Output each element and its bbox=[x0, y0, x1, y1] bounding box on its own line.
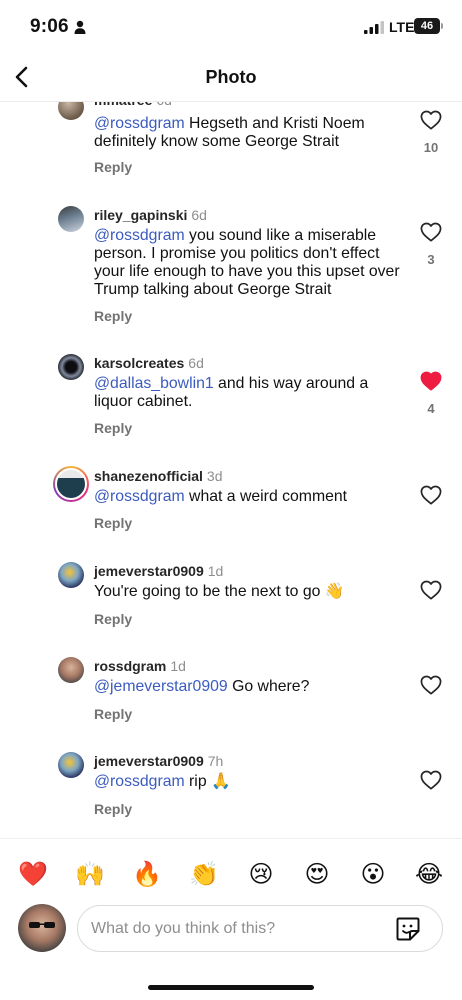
avatar[interactable] bbox=[58, 102, 84, 120]
user-avatar bbox=[18, 904, 66, 952]
comment-item: riley_gapinski 6d @rossdgram you sound li… bbox=[0, 202, 462, 330]
quick-reactions: ❤️ 🙌 🔥 👏 😢 😍 😮 😂 bbox=[0, 838, 462, 906]
battery-tip bbox=[441, 23, 443, 29]
comment-username[interactable]: mmatree bbox=[94, 102, 152, 108]
reaction-fire[interactable]: 🔥 bbox=[132, 859, 162, 889]
comment-age: 6d bbox=[191, 207, 207, 223]
heart-icon[interactable] bbox=[420, 770, 442, 790]
comment-username[interactable]: jemeverstar0909 bbox=[94, 753, 204, 769]
comment-mention[interactable]: @rossdgram bbox=[94, 773, 185, 790]
comment-item: karsolcreates 6d @dallas_bowlin1 and his … bbox=[0, 352, 462, 442]
heart-filled-icon[interactable] bbox=[420, 371, 442, 391]
comment-text: You're going to be the next to go 👋 bbox=[94, 583, 404, 601]
reaction-surprised-face[interactable]: 😮 bbox=[358, 859, 388, 889]
comment-username[interactable]: shanezenofficial bbox=[94, 468, 203, 484]
heart-icon[interactable] bbox=[420, 580, 442, 600]
comment-age: 3d bbox=[206, 468, 223, 484]
comment-item: jemeverstar0909 1d You're going to be the… bbox=[0, 562, 462, 642]
reaction-clapping-hands[interactable]: 👏 bbox=[189, 859, 219, 889]
comment-mention[interactable]: @rossdgram bbox=[94, 227, 185, 244]
comment-username[interactable]: riley_gapinski bbox=[94, 207, 187, 223]
reply-button[interactable]: Reply bbox=[94, 308, 132, 324]
reply-button[interactable]: Reply bbox=[94, 706, 132, 722]
sunglasses-icon bbox=[29, 922, 55, 928]
person-icon bbox=[74, 20, 86, 34]
comment-item: rossdgram 1d @jemeverstar0909 Go where? R… bbox=[0, 657, 462, 737]
home-indicator bbox=[148, 985, 314, 990]
comment-age: 1d bbox=[170, 658, 186, 674]
comment-body: what a weird comment bbox=[184, 488, 348, 505]
avatar[interactable] bbox=[58, 657, 84, 683]
reaction-laughing-face[interactable]: 😂 bbox=[414, 859, 444, 889]
comment-mention[interactable]: @dallas_bowlin1 bbox=[94, 375, 214, 392]
avatar[interactable] bbox=[58, 752, 84, 778]
comment-text: @rossdgram Hegseth and Kristi Noem defin… bbox=[94, 115, 404, 151]
status-bar: 9:06 LTE 46 bbox=[0, 0, 462, 52]
comment-item: jemeverstar0909 7h @rossdgram rip 🙏 Reply bbox=[0, 752, 462, 832]
comment-age: 6d bbox=[156, 102, 172, 108]
like-count: 4 bbox=[427, 401, 435, 416]
reply-button[interactable]: Reply bbox=[94, 159, 132, 175]
avatar-story-ring[interactable] bbox=[53, 466, 89, 502]
comment-text: @rossdgram what a weird comment bbox=[94, 488, 404, 506]
comment-text: @rossdgram you sound like a miserable pe… bbox=[94, 227, 404, 299]
comment-list[interactable]: mmatree 6d @rossdgram Hegseth and Kristi … bbox=[0, 102, 462, 838]
heart-icon[interactable] bbox=[420, 222, 442, 242]
reply-button[interactable]: Reply bbox=[94, 611, 132, 627]
avatar[interactable] bbox=[58, 354, 84, 380]
like-count: 10 bbox=[423, 140, 439, 155]
reaction-red-heart[interactable]: ❤️ bbox=[18, 859, 48, 889]
comment-body: You're going to be the next to go 👋 bbox=[94, 583, 345, 600]
battery-icon: 46 bbox=[414, 18, 440, 34]
comment-mention[interactable]: @rossdgram bbox=[94, 115, 185, 132]
heart-icon[interactable] bbox=[420, 675, 442, 695]
reaction-crying-face[interactable]: 😢 bbox=[246, 859, 276, 889]
comment-age: 6d bbox=[188, 355, 204, 371]
signal-icon bbox=[364, 21, 384, 34]
comment-body: rip 🙏 bbox=[184, 773, 231, 790]
avatar[interactable] bbox=[58, 206, 84, 232]
heart-icon[interactable] bbox=[420, 485, 442, 505]
comment-text: @dallas_bowlin1 and his way around a liq… bbox=[94, 375, 404, 411]
comment-username[interactable]: karsolcreates bbox=[94, 355, 184, 371]
heart-icon[interactable] bbox=[420, 110, 442, 130]
status-time: 9:06 bbox=[30, 16, 69, 37]
comment-text: @rossdgram rip 🙏 bbox=[94, 773, 404, 791]
comment-item: mmatree 6d @rossdgram Hegseth and Kristi … bbox=[0, 102, 462, 192]
comment-mention[interactable]: @jemeverstar0909 bbox=[94, 678, 228, 695]
page-title: Photo bbox=[205, 67, 257, 87]
reply-button[interactable]: Reply bbox=[94, 515, 132, 531]
reaction-heart-eyes[interactable]: 😍 bbox=[302, 859, 332, 889]
comment-item: shanezenofficial 3d @rossdgram what a wei… bbox=[0, 466, 462, 546]
comment-body: Go where? bbox=[227, 678, 310, 695]
comment-username[interactable]: jemeverstar0909 bbox=[94, 563, 204, 579]
comment-username[interactable]: rossdgram bbox=[94, 658, 166, 674]
reply-button[interactable]: Reply bbox=[94, 420, 132, 436]
like-count: 3 bbox=[427, 252, 435, 267]
comment-mention[interactable]: @rossdgram bbox=[94, 488, 185, 505]
comment-age: 1d bbox=[207, 563, 224, 579]
comment-text: @jemeverstar0909 Go where? bbox=[94, 678, 404, 696]
avatar[interactable] bbox=[58, 562, 84, 588]
comment-age: 7h bbox=[207, 753, 224, 769]
avatar bbox=[55, 468, 87, 500]
comment-input[interactable] bbox=[91, 906, 381, 951]
comment-composer bbox=[77, 905, 443, 952]
reply-button[interactable]: Reply bbox=[94, 801, 132, 817]
network-type: LTE bbox=[389, 19, 415, 35]
reaction-raised-hands[interactable]: 🙌 bbox=[75, 859, 105, 889]
sticker-icon[interactable] bbox=[395, 916, 421, 942]
nav-bar: Photo bbox=[0, 52, 462, 102]
